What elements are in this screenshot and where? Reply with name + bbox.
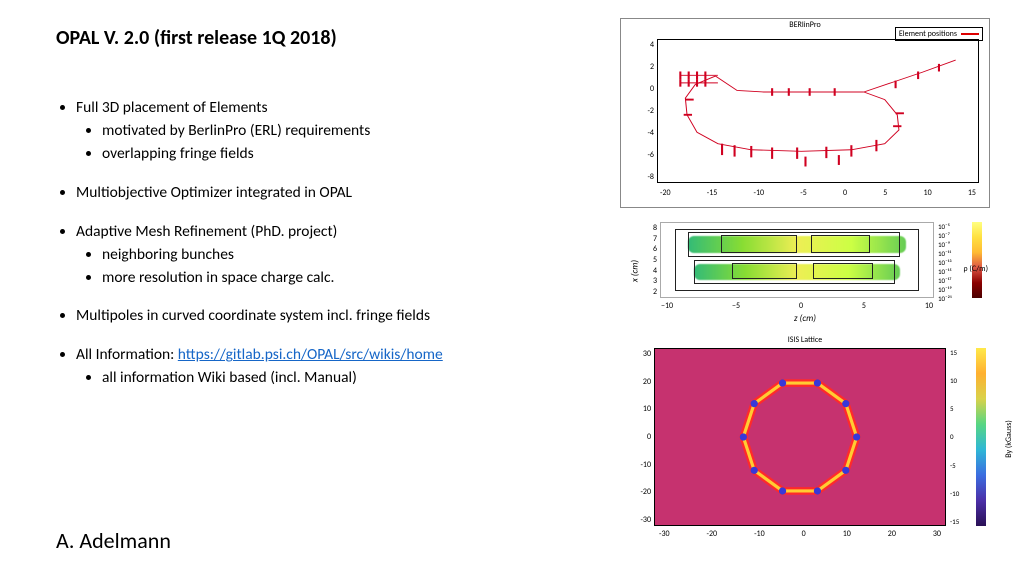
bullet-item: Adaptive Mesh Refinement (PhD. project) … <box>76 222 576 289</box>
plot-axes: −10−50510 8765432 <box>660 222 934 298</box>
sub-bullet: motivated by BerlinPro (ERL) requirement… <box>102 121 576 142</box>
sub-bullet: more resolution in space charge calc. <box>102 268 576 289</box>
bullet-text: All Information: <box>76 345 178 364</box>
y-ticks: 3020100-10-20-30 <box>629 349 651 525</box>
bullet-item: Multipoles in curved coordinate system i… <box>76 306 576 327</box>
colorbar-ticks: 151050-5-10-15 <box>950 348 974 526</box>
y-ticks: 8765432 <box>639 223 657 297</box>
bullet-column: Full 3D placement of Elements motivated … <box>56 98 576 407</box>
colorbar <box>972 222 982 298</box>
info-link[interactable]: https://gitlab.psi.ch/OPAL/src/wikis/hom… <box>178 345 443 364</box>
element-positions-drawing <box>672 54 964 168</box>
x-ticks: −10−50510 <box>661 301 933 311</box>
sub-bullet: overlapping fringe fields <box>102 144 576 165</box>
sub-bullet: neighboring bunches <box>102 245 576 266</box>
figure-amr: x (cm) z (cm) −10−50510 8765432 <box>620 216 990 326</box>
legend-label: Element positions <box>899 29 957 39</box>
lattice-ring <box>675 369 925 505</box>
figure-berlinpro: BERlinPro Element positions <box>620 18 990 208</box>
plot-axes: -20-15-10-5051015 420-2-4-6-8 <box>657 39 979 183</box>
figure-title: BERlinPro <box>789 20 821 30</box>
plot-axes: -30-20-100102030 3020100-10-20-30 <box>654 348 946 526</box>
bullet-item: All Information: https://gitlab.psi.ch/O… <box>76 345 576 389</box>
colorbar-ticks: 10⁻⁵10⁻⁷10⁻⁹10⁻¹¹10⁻¹³10⁻¹⁵10⁻¹⁷10⁻¹⁹10⁻… <box>938 222 970 298</box>
axis-label-x: z (cm) <box>794 313 816 324</box>
colorbar-label: By (kGauss) <box>1004 420 1014 458</box>
bullet-text: Full 3D placement of Elements <box>76 98 268 117</box>
sub-bullet: all information Wiki based (incl. Manual… <box>102 368 576 389</box>
bullet-item: Multiobjective Optimizer integrated in O… <box>76 183 576 204</box>
x-ticks: -30-20-100102030 <box>655 529 945 539</box>
colorbar-label: ρ (C/m) <box>964 264 988 274</box>
bullet-text: Adaptive Mesh Refinement (PhD. project) <box>76 222 337 241</box>
y-ticks: 420-2-4-6-8 <box>632 40 654 182</box>
figure-title: ISIS Lattice <box>788 335 823 345</box>
x-ticks: -20-15-10-5051015 <box>658 188 978 198</box>
colorbar <box>976 348 986 526</box>
author-name: A. Adelmann <box>56 527 171 554</box>
figure-isis-lattice: ISIS Lattice -30-20-10 <box>620 334 990 544</box>
bullet-item: Full 3D placement of Elements motivated … <box>76 98 576 165</box>
slide-title: OPAL V. 2.0 (first release 1Q 2018) <box>56 26 556 50</box>
